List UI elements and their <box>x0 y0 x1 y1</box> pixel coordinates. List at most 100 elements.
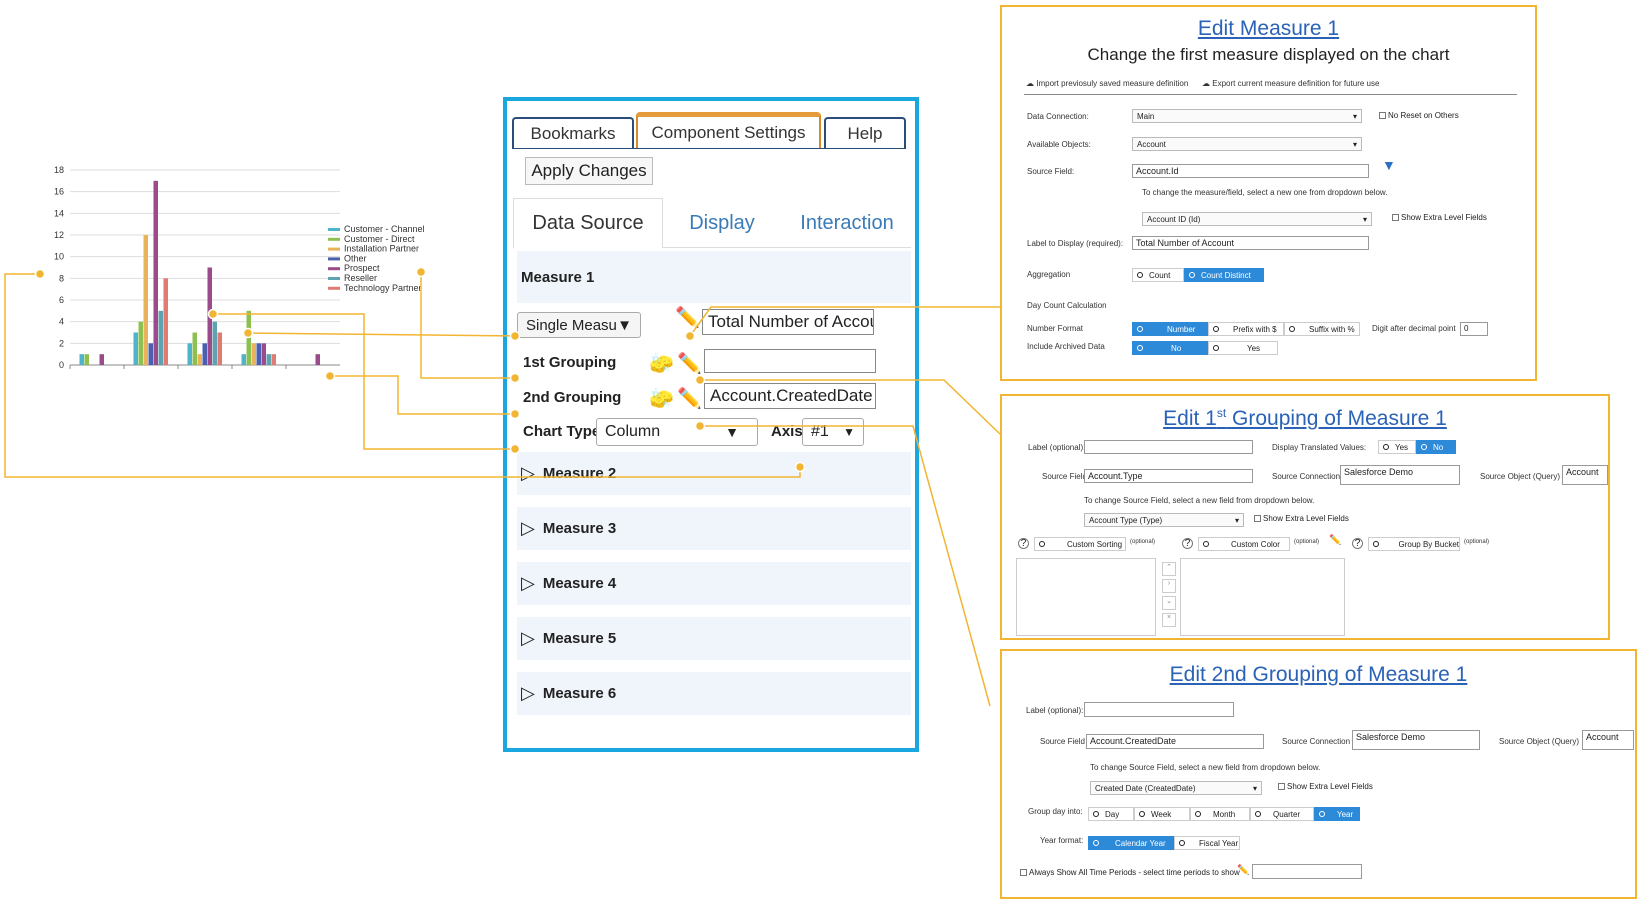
box-title[interactable]: Edit 1st Grouping of Measure 1 <box>1002 406 1608 431</box>
time-periods-input[interactable] <box>1252 864 1362 879</box>
tab-interaction[interactable]: Interaction <box>787 198 907 248</box>
source-field-input[interactable]: Account.Type <box>1084 469 1253 483</box>
label: Source Field <box>1042 472 1087 481</box>
radio-count[interactable]: Count <box>1132 268 1184 282</box>
legend-label: Customer - Direct <box>344 234 415 244</box>
legend-swatch <box>328 277 340 280</box>
radio-quarter[interactable]: Quarter <box>1250 807 1314 821</box>
bar <box>246 310 251 365</box>
radio-custom-sorting[interactable]: Custom Sorting <box>1034 537 1126 551</box>
measure-3-header[interactable]: ▷ Measure 3 <box>517 507 911 550</box>
measure-5-header[interactable]: ▷ Measure 5 <box>517 617 911 660</box>
show-extra-checkbox[interactable]: Show Extra Level Fields <box>1278 782 1373 791</box>
radio-no[interactable]: No <box>1132 341 1208 355</box>
apply-changes-button[interactable]: Apply Changes <box>525 157 653 185</box>
legend-swatch <box>328 286 340 290</box>
tab-bookmarks[interactable]: Bookmarks <box>512 117 634 149</box>
filter-icon[interactable]: ▼ <box>1382 157 1396 173</box>
pencil-icon[interactable]: ✏️ <box>677 386 702 411</box>
bar <box>187 343 192 365</box>
measure-2-header[interactable]: ▷ Measure 2 <box>517 452 911 495</box>
chart-type-select[interactable]: Column ▼ <box>596 418 758 446</box>
source-field-input[interactable]: Account.CreatedDate <box>1086 734 1264 749</box>
column-chart: 02468101214161820132014201520162019Custo… <box>54 165 425 370</box>
available-list[interactable] <box>1016 558 1156 636</box>
radio-yes[interactable]: Yes <box>1378 440 1416 454</box>
bar <box>207 267 212 365</box>
eraser-icon[interactable]: 🧽 <box>649 386 674 411</box>
radio-day[interactable]: Day <box>1088 807 1134 821</box>
measure-type-select[interactable]: Single Measu ▼ <box>517 312 641 338</box>
box-title[interactable]: Edit 2nd Grouping of Measure 1 <box>1002 663 1635 687</box>
data-connection-select[interactable]: Main ▾ <box>1132 109 1362 123</box>
import-link[interactable]: ☁ Import previosuly saved measure defini… <box>1026 79 1188 88</box>
label-input[interactable] <box>1084 440 1253 454</box>
radio-prefix[interactable]: Prefix with $ <box>1208 322 1284 336</box>
source-field-input[interactable]: Account.Id <box>1132 164 1369 178</box>
radio-no[interactable]: No <box>1416 440 1456 454</box>
field-select[interactable]: Account ID (Id) ▾ <box>1142 212 1372 226</box>
radio-fiscal-year[interactable]: Fiscal Year <box>1174 836 1240 850</box>
radio-year[interactable]: Year <box>1314 807 1360 821</box>
label-input[interactable] <box>1084 702 1234 717</box>
source-connection-input[interactable]: Salesforce Demo <box>1352 730 1480 750</box>
selected-list[interactable] <box>1180 558 1345 636</box>
source-object-input[interactable]: Account <box>1582 730 1634 750</box>
axis-select[interactable]: #1 ▼ <box>802 418 864 446</box>
tab-data-source[interactable]: Data Source <box>513 198 663 248</box>
tab-help[interactable]: Help <box>824 117 906 149</box>
pencil-icon[interactable]: ✏️ <box>1329 535 1341 546</box>
source-object-input[interactable]: Account <box>1562 465 1608 485</box>
grouping-1-input[interactable] <box>704 349 876 373</box>
radio-week[interactable]: Week <box>1134 807 1190 821</box>
help-icon[interactable]: ? <box>1352 538 1363 549</box>
radio-suffix[interactable]: Suffix with % <box>1284 322 1360 336</box>
source-connection-input[interactable]: Salesforce Demo <box>1340 465 1460 485</box>
help-icon[interactable]: ? <box>1018 538 1029 549</box>
list-arrows[interactable]: ⌃ › ⌄ × <box>1162 562 1176 632</box>
radio-yes[interactable]: Yes <box>1208 341 1278 355</box>
export-link[interactable]: ☁ Export current measure definition for … <box>1202 79 1379 88</box>
measure-4-header[interactable]: ▷ Measure 4 <box>517 562 911 605</box>
pencil-icon[interactable]: ✏️ <box>1237 865 1249 876</box>
radio-number[interactable]: Number <box>1132 322 1208 336</box>
label-display-input[interactable]: Total Number of Account <box>1132 236 1369 250</box>
box-title[interactable]: Edit Measure 1 <box>1002 17 1535 41</box>
measure-6-header[interactable]: ▷ Measure 6 <box>517 672 911 715</box>
label: Digit after decimal point <box>1372 324 1456 333</box>
show-extra-checkbox[interactable]: Show Extra Level Fields <box>1254 514 1349 523</box>
bar <box>143 235 148 365</box>
available-objects-select[interactable]: Account ▾ <box>1132 137 1362 151</box>
always-show-checkbox[interactable]: Always Show All Time Periods - select ti… <box>1020 868 1240 877</box>
help-icon[interactable]: ? <box>1182 538 1193 549</box>
pencil-icon[interactable]: ✏️ <box>675 305 700 330</box>
legend-swatch <box>328 267 340 271</box>
hint-text: To change Source Field, select a new fie… <box>1084 496 1315 505</box>
eraser-icon[interactable]: 🧽 <box>649 351 674 376</box>
digit-input[interactable]: 0 <box>1460 322 1488 336</box>
axis-label: Axis <box>771 423 803 440</box>
tab-component-settings[interactable]: Component Settings <box>636 112 821 149</box>
hint-text: To change the measure/field, select a ne… <box>1142 188 1388 197</box>
label: Label to Display (required): <box>1027 239 1124 248</box>
show-extra-checkbox[interactable]: Show Extra Level Fields <box>1392 213 1487 222</box>
radio-month[interactable]: Month <box>1190 807 1250 821</box>
radio-custom-color[interactable]: Custom Color <box>1198 537 1290 551</box>
radio-group-by-bucket[interactable]: Group By Bucket <box>1368 537 1460 551</box>
field-select[interactable]: Created Date (CreatedDate) ▾ <box>1090 781 1262 795</box>
label: Source Field: <box>1027 167 1075 176</box>
measure-label-input[interactable]: Total Number of Accou <box>702 309 874 335</box>
no-reset-checkbox[interactable]: No Reset on Others <box>1379 111 1459 120</box>
bar <box>138 321 143 365</box>
y-tick-label: 10 <box>54 252 64 262</box>
grouping-2-input[interactable]: Account.CreatedDate <box>704 383 876 409</box>
bar <box>212 321 217 365</box>
legend-label: Customer - Channel <box>344 224 425 234</box>
radio-count-distinct[interactable]: Count Distinct <box>1184 268 1264 282</box>
tab-display[interactable]: Display <box>667 198 777 248</box>
radio-calendar-year[interactable]: Calendar Year <box>1088 836 1174 850</box>
label: Aggregation <box>1027 270 1071 279</box>
pencil-icon[interactable]: ✏️ <box>677 351 702 376</box>
measure-1-header[interactable]: Measure 1 <box>517 251 911 303</box>
field-select[interactable]: Account Type (Type) ▾ <box>1084 513 1244 527</box>
